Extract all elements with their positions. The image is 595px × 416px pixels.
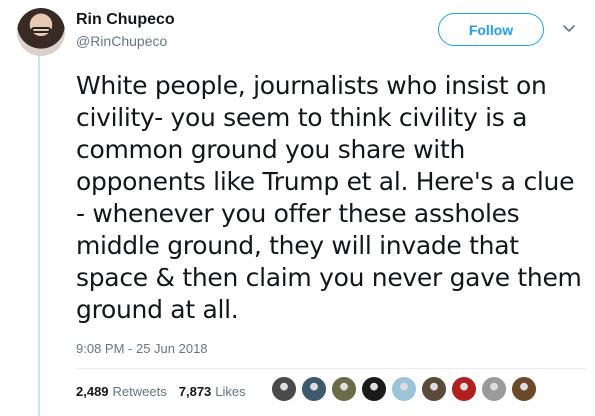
retweets-stat[interactable]: 2,489 Retweets xyxy=(76,384,167,399)
liker-avatar[interactable] xyxy=(451,376,477,402)
retweets-count: 2,489 xyxy=(76,384,109,399)
likes-count: 7,873 xyxy=(178,384,212,399)
author-name[interactable]: Rin Chupeco xyxy=(76,11,175,29)
chevron-down-icon[interactable] xyxy=(562,22,576,36)
liker-avatar[interactable] xyxy=(511,376,537,402)
follow-button[interactable]: Follow xyxy=(438,13,544,46)
retweets-label: Retweets xyxy=(112,384,167,399)
tweet-stats: 2,489 Retweets 7,873 Likes xyxy=(76,384,258,399)
thread-line xyxy=(38,55,40,416)
likers-avatars xyxy=(271,376,541,402)
stats-divider xyxy=(76,368,586,369)
likes-stat[interactable]: 7,873 Likes xyxy=(179,384,246,399)
liker-avatar[interactable] xyxy=(271,376,297,402)
liker-avatar[interactable] xyxy=(421,376,447,402)
tweet-timestamp[interactable]: 9:08 PM - 25 Jun 2018 xyxy=(76,341,208,356)
avatar-glasses xyxy=(31,27,51,33)
liker-avatar[interactable] xyxy=(331,376,357,402)
liker-avatar[interactable] xyxy=(301,376,327,402)
likes-label: Likes xyxy=(215,384,246,399)
liker-avatar[interactable] xyxy=(481,376,507,402)
author-avatar[interactable] xyxy=(17,8,65,56)
tweet-text: White people, journalists who insist on … xyxy=(76,71,582,324)
liker-avatar[interactable] xyxy=(361,376,387,402)
author-handle[interactable]: @RinChupeco xyxy=(76,33,167,49)
liker-avatar[interactable] xyxy=(391,376,417,402)
